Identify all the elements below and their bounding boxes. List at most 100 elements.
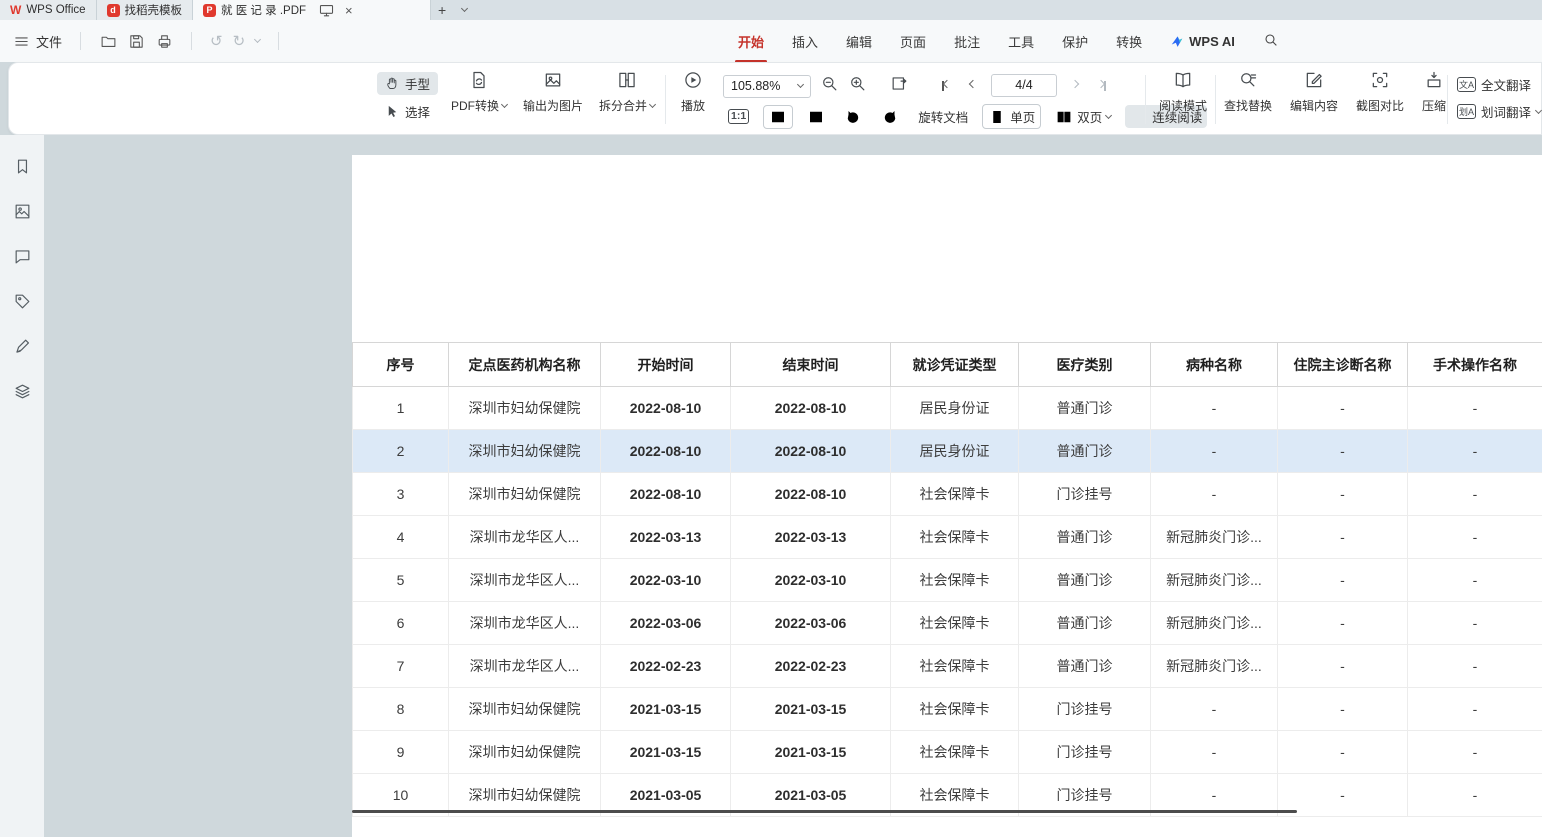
table-cell: 普通门诊 [1019,516,1151,559]
split-merge-button[interactable]: 拆分合并 [599,70,655,114]
chevron-down-icon [1535,106,1542,113]
table-cell: - [1278,473,1408,516]
pdf-convert-button[interactable]: PDF转换 [451,70,507,114]
table-cell: 社会保障卡 [891,731,1019,774]
close-tab-icon[interactable]: × [345,4,353,17]
previous-page-icon[interactable] [964,76,982,96]
fit-window-icon[interactable] [890,74,909,98]
table-cell: 5 [353,559,449,602]
menu-tab-insert[interactable]: 插入 [792,32,818,51]
table-row: 5深圳市龙华区人...2022-03-102022-03-10社会保障卡普通门诊… [353,559,1542,602]
split-merge-label: 拆分合并 [599,97,647,114]
separator [80,32,81,50]
tab-list-chevron-icon[interactable] [453,0,475,20]
monitor-icon[interactable] [317,1,335,19]
column-header: 住院主诊断名称 [1278,343,1408,387]
table-cell: 2022-08-10 [731,387,891,430]
wps-ai-button[interactable]: WPS AI [1170,34,1235,49]
open-folder-icon[interactable] [99,32,117,50]
bookmarks-icon[interactable] [13,157,32,181]
screenshot-compare-button[interactable]: 截图对比 [1356,70,1404,114]
find-replace-button[interactable]: 查找替换 [1224,70,1272,114]
ribbon-tabs: 开始 插入 编辑 页面 批注 工具 保护 转换 WPS AI [738,20,1279,62]
table-cell: 普通门诊 [1019,645,1151,688]
table-row: 8深圳市妇幼保健院2021-03-152021-03-15社会保障卡门诊挂号--… [353,688,1542,731]
rotate-right-icon[interactable] [876,106,904,128]
table-cell: 2022-03-10 [731,559,891,602]
select-tool-button[interactable]: 选择 [377,100,438,123]
fit-page-button[interactable] [802,106,830,128]
one-to-one-icon: 1:1 [728,109,749,124]
table-cell: 深圳市龙华区人... [449,602,601,645]
table-cell: - [1278,387,1408,430]
separator [278,32,279,50]
menu-tab-page[interactable]: 页面 [900,32,926,51]
actual-size-button[interactable]: 1:1 [723,107,754,126]
screenshot-compare-icon [1370,70,1390,93]
compress-button[interactable]: 压缩 [1422,70,1446,114]
tab-document-pdf[interactable]: P 就 医 记 录 .PDF × [193,0,431,20]
signature-pen-icon[interactable] [13,337,32,361]
zoom-level-dropdown[interactable]: 105.88% [723,75,811,98]
separator [1447,75,1448,124]
table-cell: - [1408,602,1542,645]
rotate-left-icon[interactable] [839,106,867,128]
file-menu-button[interactable]: 文件 [12,32,62,51]
next-page-icon[interactable] [1066,76,1084,96]
undo-icon[interactable]: ↺ [210,32,223,50]
zoom-out-icon[interactable] [820,74,839,98]
docer-icon: d [107,4,120,17]
table-cell: 社会保障卡 [891,559,1019,602]
tab-docer-label: 找稻壳模板 [125,2,183,18]
hand-tool-button[interactable]: 手型 [377,72,438,95]
menu-tab-tools[interactable]: 工具 [1008,32,1034,51]
last-page-icon[interactable] [1093,76,1111,96]
read-mode-button[interactable]: 阅读模式 [1159,70,1207,114]
table-cell: - [1151,688,1278,731]
layers-icon[interactable] [13,382,32,406]
menu-tab-home[interactable]: 开始 [738,32,764,51]
tab-docer-templates[interactable]: d 找稻壳模板 [97,0,194,20]
play-label: 播放 [681,97,705,114]
file-menu-label: 文件 [36,32,62,51]
menu-tab-comment[interactable]: 批注 [954,32,980,51]
menu-tab-edit[interactable]: 编辑 [846,32,872,51]
table-cell: 普通门诊 [1019,430,1151,473]
table-cell: 2022-08-10 [601,430,731,473]
new-tab-button[interactable]: + [431,0,453,20]
double-page-label: 双页 [1077,107,1102,126]
horizontal-scrollbar-thumb[interactable] [352,810,1297,813]
table-cell: - [1278,430,1408,473]
first-page-icon[interactable] [937,76,955,96]
table-cell: 新冠肺炎门诊... [1151,602,1278,645]
print-icon[interactable] [155,32,173,50]
compress-icon [1424,70,1444,93]
menu-tab-convert[interactable]: 转换 [1116,32,1142,51]
rotate-document-button[interactable]: 旋转文档 [913,105,973,128]
export-image-icon [543,70,563,93]
page-number-input[interactable]: 4/4 [991,74,1057,97]
undo-history-chevron-icon[interactable] [254,36,261,43]
export-as-image-button[interactable]: 输出为图片 [523,70,583,114]
full-text-translate-button[interactable]: 文A 全文翻译 [1457,75,1541,94]
double-page-button[interactable]: 双页 [1050,105,1116,128]
zoom-in-icon[interactable] [848,74,867,98]
column-header: 病种名称 [1151,343,1278,387]
redo-icon[interactable]: ↻ [233,32,246,50]
tab-wps-office[interactable]: W WPS Office [0,0,97,20]
word-translate-button[interactable]: 划A 划词翻译 [1457,102,1541,121]
fit-width-button[interactable] [763,105,793,129]
comments-icon[interactable] [13,247,32,271]
menu-tab-protect[interactable]: 保护 [1062,32,1088,51]
edit-content-button[interactable]: 编辑内容 [1290,70,1338,114]
table-cell: - [1408,516,1542,559]
read-mode-label: 阅读模式 [1159,97,1207,114]
single-page-button[interactable]: 单页 [982,104,1041,129]
save-icon[interactable] [127,32,145,50]
page-thumbnails-icon[interactable] [13,202,32,226]
play-button[interactable]: 播放 [681,70,705,114]
table-cell: - [1408,645,1542,688]
annotations-tag-icon[interactable] [13,292,32,316]
select-tool-label: 选择 [405,102,430,121]
menu-search-icon[interactable] [1263,32,1279,51]
